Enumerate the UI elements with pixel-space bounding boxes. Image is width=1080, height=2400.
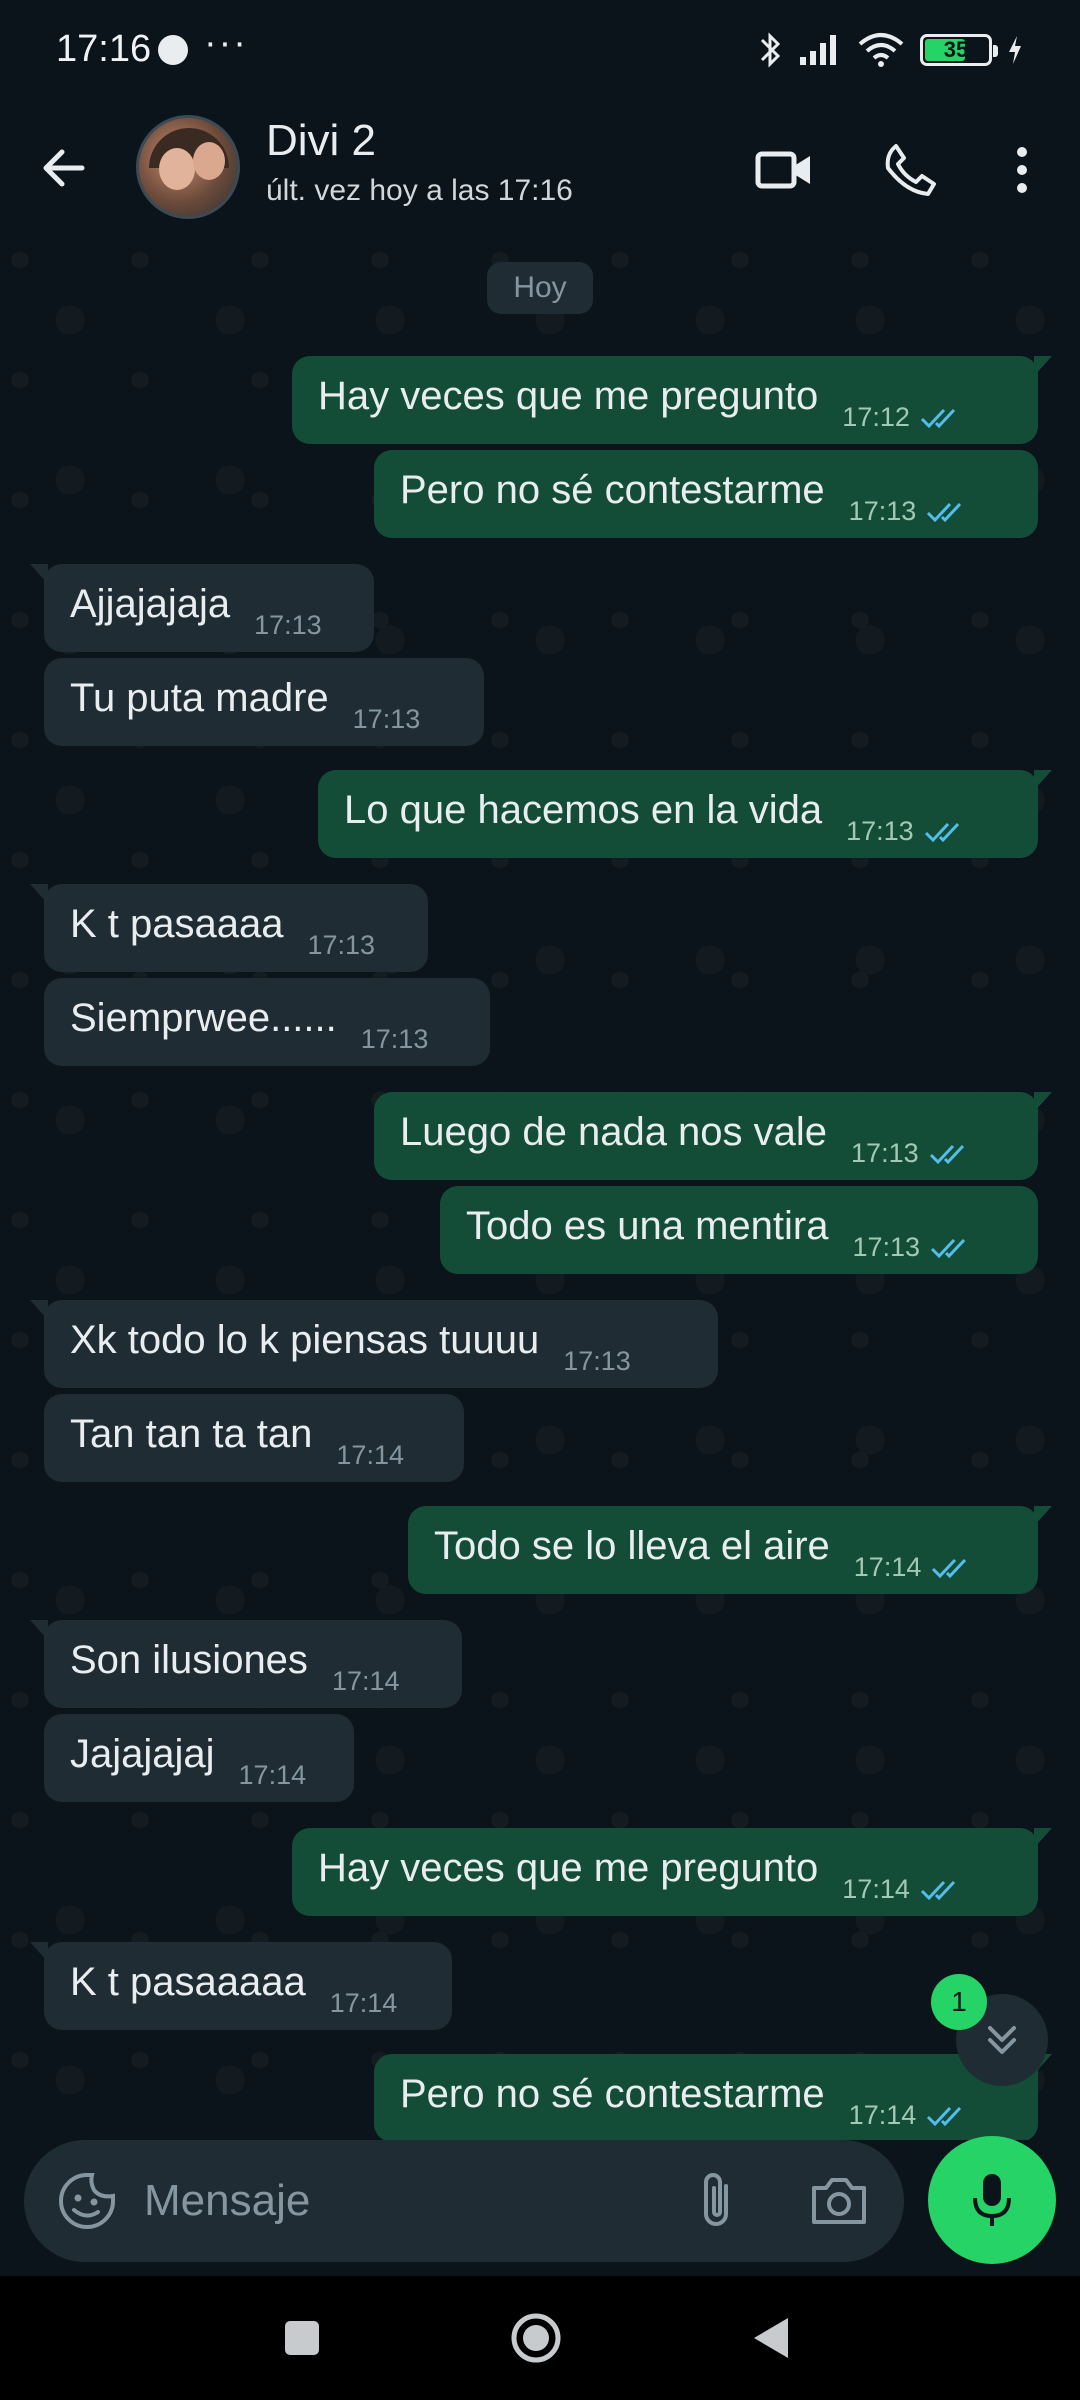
message-time: 17:13 — [852, 1232, 921, 1262]
message-text: Todo es una mentira — [466, 1204, 829, 1248]
message-text: Tu puta madre — [70, 676, 329, 720]
voice-call-icon[interactable] — [878, 138, 942, 202]
read-receipt-icon — [924, 822, 959, 842]
message-incoming[interactable]: Son ilusiones 17:14 — [30, 1620, 462, 1708]
back-nav-icon[interactable] — [740, 2306, 804, 2370]
message-outgoing[interactable]: Luego de nada nos vale 17:13 — [374, 1092, 1052, 1180]
bluetooth-icon — [760, 32, 781, 68]
battery-icon: 35 — [920, 34, 998, 66]
message-incoming[interactable]: Jajajajaj 17:14 — [44, 1714, 354, 1802]
message-outgoing[interactable]: Hay veces que me pregunto 17:12 — [292, 356, 1052, 444]
message-incoming[interactable]: Xk todo lo k piensas tuuuu 17:13 — [30, 1300, 718, 1388]
message-time: 17:13 — [563, 1346, 631, 1376]
read-receipt-icon — [927, 2106, 962, 2126]
contact-avatar[interactable] — [136, 115, 240, 219]
more-options-icon[interactable] — [990, 138, 1054, 202]
message-time: 17:12 — [842, 402, 910, 432]
message-time: 17:14 — [853, 1552, 922, 1582]
battery-percent: 35 — [943, 37, 969, 62]
message-input[interactable] — [144, 2168, 684, 2234]
message-time: 17:14 — [848, 2100, 917, 2130]
contact-name[interactable]: Divi 2 — [266, 116, 376, 166]
video-call-icon[interactable] — [752, 138, 816, 202]
message-time: 17:14 — [329, 1988, 398, 2018]
message-time: 17:13 — [846, 816, 914, 846]
last-seen-status: últ. vez hoy a las 17:16 — [266, 174, 573, 207]
read-receipt-icon — [920, 408, 955, 428]
sticker-emoji-icon[interactable] — [56, 2170, 118, 2232]
message-incoming[interactable]: Tan tan ta tan 17:14 — [44, 1394, 464, 1482]
message-text: Todo se lo lleva el aire — [434, 1524, 830, 1568]
message-time: 17:13 — [848, 496, 917, 526]
message-time: 17:14 — [238, 1760, 307, 1790]
message-time: 17:13 — [307, 930, 376, 960]
read-receipt-icon — [932, 1558, 967, 1578]
message-outgoing[interactable]: Pero no sé contestarme 17:13 — [374, 450, 1038, 538]
read-receipt-icon — [929, 1144, 964, 1164]
message-outgoing[interactable]: Pero no sé contestarme 17:14 — [374, 2054, 1052, 2140]
message-text: K t pasaaaaa — [70, 1960, 306, 2004]
message-time: 17:13 — [254, 610, 322, 640]
status-bar: 17:16 ··· 35 — [0, 0, 1080, 100]
message-list[interactable]: Hoy Hay veces que me pregunto 17:12 Pero… — [0, 240, 1080, 2140]
attach-icon[interactable] — [688, 2170, 748, 2232]
message-text: Hay veces que me pregunto — [318, 374, 819, 418]
read-receipt-icon — [927, 502, 962, 522]
wifi-icon — [858, 33, 904, 67]
message-time: 17:14 — [336, 1440, 404, 1470]
message-text: Pero no sé contestarme — [400, 468, 825, 512]
message-time: 17:14 — [331, 1666, 400, 1696]
message-time: 17:13 — [352, 704, 421, 734]
message-incoming[interactable]: Siemprwee...... 17:13 — [44, 978, 490, 1066]
home-icon[interactable] — [504, 2306, 568, 2370]
read-receipt-icon — [920, 1880, 955, 1900]
read-receipt-icon — [930, 1238, 966, 1258]
camera-icon[interactable] — [808, 2172, 870, 2230]
message-composer — [24, 2140, 904, 2262]
recents-icon[interactable] — [270, 2306, 334, 2370]
unread-badge: 1 — [931, 1974, 987, 2030]
system-navigation-bar — [0, 2276, 1080, 2400]
message-outgoing[interactable]: Todo es una mentira 17:13 — [440, 1186, 1038, 1274]
message-outgoing[interactable]: Lo que hacemos en la vida 17:13 — [318, 770, 1052, 858]
message-text: Tan tan ta tan — [70, 1412, 313, 1456]
date-divider: Hoy — [487, 262, 593, 314]
double-chevron-down-icon — [988, 2026, 1016, 2054]
message-outgoing[interactable]: Todo se lo lleva el aire 17:14 — [408, 1506, 1052, 1594]
message-incoming[interactable]: Tu puta madre 17:13 — [44, 658, 484, 746]
microphone-icon — [973, 2174, 1011, 2226]
message-text: Son ilusiones — [70, 1638, 308, 1682]
message-incoming[interactable]: Ajjajajaja 17:13 — [30, 564, 374, 652]
message-time: 17:13 — [851, 1138, 919, 1168]
message-text: Jajajajaj — [70, 1732, 215, 1776]
message-text: Siemprwee...... — [70, 996, 337, 1040]
message-incoming[interactable]: K t pasaaaaa 17:14 — [30, 1942, 452, 2030]
message-text: Xk todo lo k piensas tuuuu — [70, 1318, 540, 1362]
message-time: 17:13 — [360, 1024, 429, 1054]
voice-message-button[interactable] — [928, 2136, 1056, 2264]
chat-header: Divi 2 últ. vez hoy a las 17:16 — [0, 100, 1080, 240]
more-notifications-icon: ··· — [204, 22, 248, 64]
signal-icon — [800, 35, 836, 65]
system-icons: 35 — [758, 30, 1024, 70]
charging-icon — [1009, 36, 1021, 64]
message-text: Lo que hacemos en la vida — [344, 788, 823, 832]
message-incoming[interactable]: K t pasaaaa 17:13 — [30, 884, 428, 972]
message-text: Luego de nada nos vale — [400, 1110, 828, 1154]
status-time: 17:16 — [56, 28, 152, 70]
message-text: Hay veces que me pregunto — [318, 1846, 819, 1890]
message-text: Pero no sé contestarme — [400, 2072, 825, 2116]
back-arrow-icon[interactable] — [36, 140, 92, 196]
notification-icon — [158, 35, 188, 65]
message-time: 17:14 — [842, 1874, 910, 1904]
message-outgoing[interactable]: Hay veces que me pregunto 17:14 — [292, 1828, 1052, 1916]
message-text: Ajjajajaja — [70, 582, 231, 626]
message-text: K t pasaaaa — [70, 902, 284, 946]
